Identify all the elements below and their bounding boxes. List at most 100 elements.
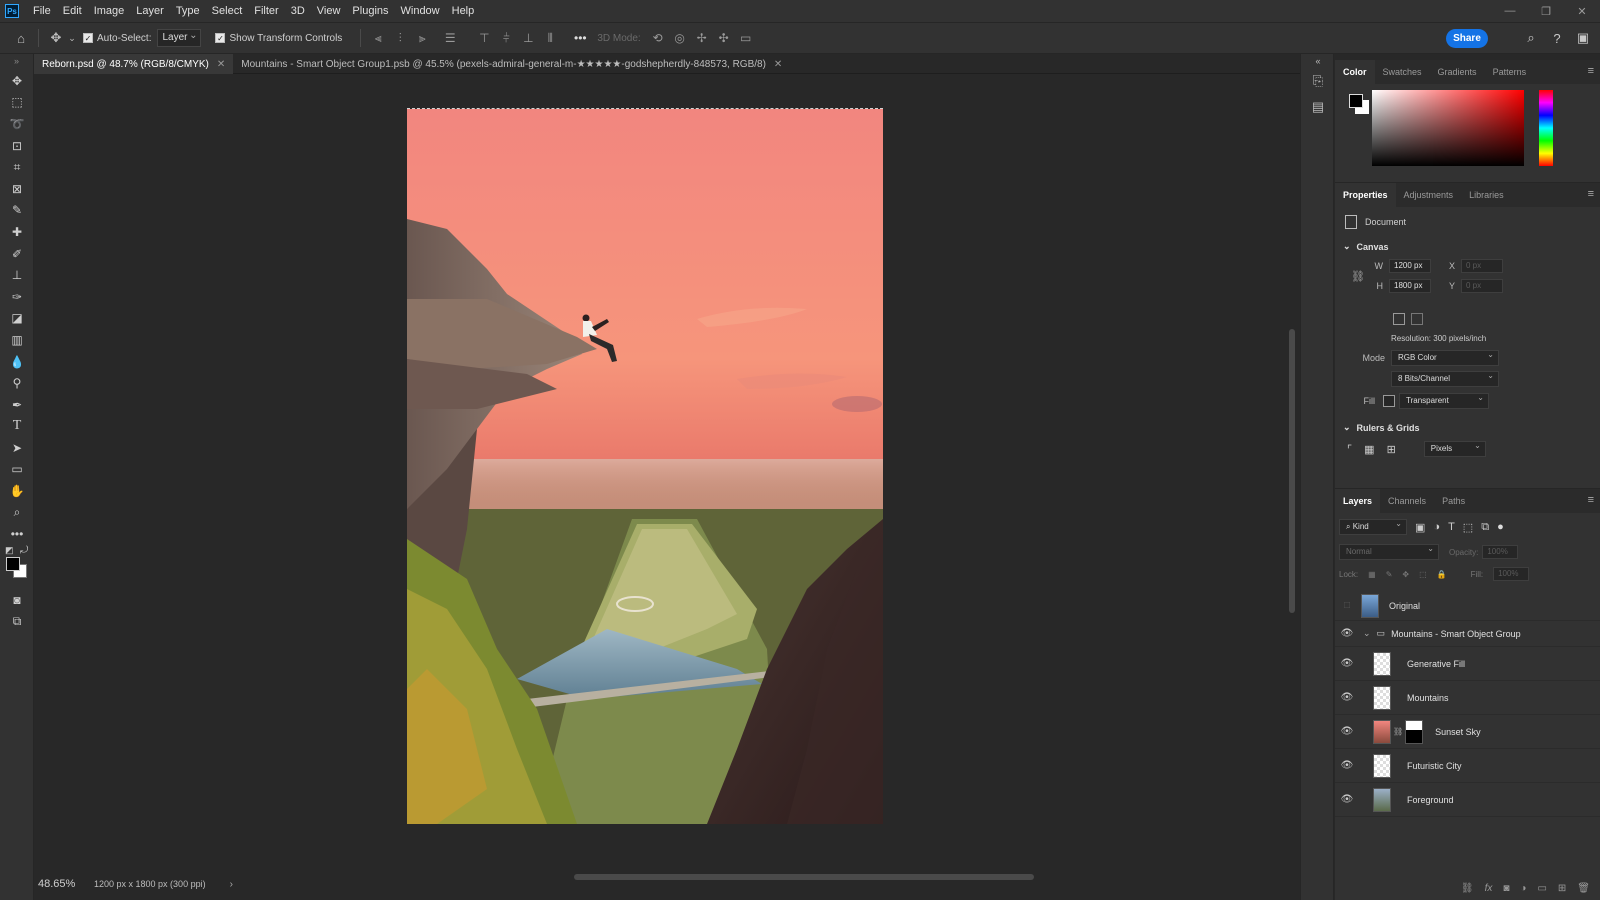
filter-type-icon[interactable]: T <box>1448 521 1455 533</box>
menu-type[interactable]: Type <box>170 5 206 17</box>
eraser-tool-icon[interactable]: ◪ <box>0 308 34 330</box>
path-selection-tool-icon[interactable]: ➤ <box>0 437 34 459</box>
expand-panels-icon[interactable]: « <box>1301 54 1335 68</box>
horizontal-scroll-thumb[interactable] <box>574 874 1034 880</box>
align-right-icon[interactable]: ⫸ <box>411 27 433 49</box>
y-input[interactable]: 0 px <box>1461 279 1503 293</box>
lock-transparency-icon[interactable]: ▦ <box>1368 570 1376 579</box>
layer-row-generative-fill[interactable]: 👁 Generative Fill <box>1335 647 1600 681</box>
restore-icon[interactable]: ❐ <box>1528 0 1564 22</box>
distribute-vertical-icon[interactable]: ☰ <box>439 27 461 49</box>
color-mode-dropdown[interactable]: RGB Color <box>1391 349 1499 366</box>
panel-menu-icon[interactable]: ≡ <box>1588 65 1594 77</box>
rectangle-tool-icon[interactable]: ▭ <box>0 459 34 481</box>
close-icon[interactable]: ✕ <box>217 59 225 70</box>
home-icon[interactable]: ⌂ <box>10 27 32 49</box>
color-picker-field[interactable] <box>1372 90 1524 166</box>
eye-icon[interactable]: 👁 <box>1335 658 1359 669</box>
new-layer-icon[interactable]: ⊞ <box>1558 883 1566 894</box>
eye-icon[interactable]: 👁 <box>1335 628 1359 639</box>
filter-kind-dropdown[interactable]: ⌕ Kind <box>1339 519 1407 535</box>
more-tools-icon[interactable]: ••• <box>0 523 34 545</box>
link-icon[interactable]: ⛓ <box>1351 270 1365 283</box>
layer-row-sunset-sky[interactable]: 👁 ⛓ Sunset Sky <box>1335 715 1600 749</box>
width-input[interactable]: 1200 px <box>1389 259 1431 273</box>
dodge-tool-icon[interactable]: ⚲ <box>0 372 34 394</box>
type-tool-icon[interactable]: T <box>0 416 34 438</box>
panel-menu-icon[interactable]: ≡ <box>1588 188 1594 200</box>
comments-panel-icon[interactable]: ▤ <box>1301 94 1335 120</box>
canvas-section-header[interactable]: ⌄ Canvas <box>1335 237 1600 256</box>
add-mask-icon[interactable]: ◙ <box>1503 883 1509 894</box>
crop-tool-icon[interactable]: ⌗ <box>0 156 34 178</box>
lock-position-icon[interactable]: ✥ <box>1402 570 1409 579</box>
foreground-color-swatch[interactable] <box>6 557 20 572</box>
scale-3d-icon[interactable]: ▭ <box>735 27 757 49</box>
grid-icon[interactable]: ▦ <box>1364 443 1374 456</box>
align-left-icon[interactable]: ⫷ <box>367 27 389 49</box>
more-options-icon[interactable]: ••• <box>569 27 591 49</box>
layer-row-original[interactable]: □ Original <box>1335 591 1600 621</box>
horizontal-scrollbar[interactable] <box>194 873 1274 881</box>
swap-colors-icon[interactable]: ⤾ <box>20 545 28 556</box>
layer-mask-thumbnail[interactable] <box>1405 719 1424 744</box>
hand-tool-icon[interactable]: ✋ <box>0 480 34 502</box>
auto-select-checkbox[interactable]: ✓ Auto-Select: <box>83 33 151 44</box>
panel-collapse-icon[interactable]: » <box>0 54 33 70</box>
object-selection-tool-icon[interactable]: ⊡ <box>0 135 34 157</box>
tab-swatches[interactable]: Swatches <box>1375 60 1430 84</box>
layer-row-group[interactable]: 👁 ⌄ ▭ Mountains - Smart Object Group <box>1335 621 1600 647</box>
height-input[interactable]: 1800 px <box>1389 279 1431 293</box>
clone-stamp-tool-icon[interactable]: ⊥ <box>0 264 34 286</box>
history-panel-icon[interactable]: ⎘ <box>1301 68 1335 94</box>
tab-color[interactable]: Color <box>1335 60 1375 84</box>
layer-row-mountains[interactable]: 👁 Mountains <box>1335 681 1600 715</box>
chevron-down-icon[interactable]: ⌄ <box>1363 628 1371 639</box>
tab-layers[interactable]: Layers <box>1335 489 1381 513</box>
portrait-orientation-icon[interactable] <box>1393 313 1405 325</box>
gradient-tool-icon[interactable]: ▥ <box>0 329 34 351</box>
lock-artboard-icon[interactable]: ⬚ <box>1419 570 1427 579</box>
menu-image[interactable]: Image <box>88 5 131 17</box>
show-transform-controls-checkbox[interactable]: ✓ Show Transform Controls <box>215 33 342 44</box>
pen-tool-icon[interactable]: ✒ <box>0 394 34 416</box>
screen-mode-icon[interactable]: ⧉ <box>0 611 34 633</box>
ruler-units-dropdown[interactable]: Pixels <box>1423 441 1486 457</box>
filter-adjustment-icon[interactable]: ◑ <box>1433 521 1440 533</box>
filter-pixel-icon[interactable]: ▣ <box>1415 521 1425 534</box>
tab-gradients[interactable]: Gradients <box>1430 60 1485 84</box>
eye-icon[interactable]: 👁 <box>1335 794 1359 805</box>
document-info[interactable]: 1200 px x 1800 px (300 ppi) <box>94 879 206 889</box>
chevron-down-icon[interactable]: ⌄ <box>67 27 77 49</box>
hue-slider[interactable] <box>1539 90 1553 166</box>
auto-select-target-dropdown[interactable]: Layer <box>157 29 202 47</box>
orbit-3d-icon[interactable]: ⟲ <box>647 27 669 49</box>
menu-plugins[interactable]: Plugins <box>346 5 394 17</box>
zoom-level[interactable]: 48.65% <box>34 878 90 890</box>
tab-adjustments[interactable]: Adjustments <box>1396 183 1462 207</box>
opacity-input[interactable]: 100% <box>1482 545 1519 559</box>
new-adjustment-layer-icon[interactable]: ◑ <box>1520 883 1526 894</box>
fill-color-swatch[interactable] <box>1383 394 1395 407</box>
workspace-icon[interactable]: ▣ <box>1574 28 1592 48</box>
menu-select[interactable]: Select <box>206 5 249 17</box>
distribute-horizontal-icon[interactable]: ⫴ <box>539 27 561 49</box>
visibility-toggle-off[interactable]: □ <box>1335 600 1359 611</box>
tab-mountains-smart-object[interactable]: Mountains - Smart Object Group1.psb @ 45… <box>233 54 790 74</box>
tab-patterns[interactable]: Patterns <box>1485 60 1535 84</box>
panel-menu-icon[interactable]: ≡ <box>1588 494 1594 506</box>
help-icon[interactable]: ? <box>1548 28 1566 48</box>
menu-view[interactable]: View <box>311 5 347 17</box>
bit-depth-dropdown[interactable]: 8 Bits/Channel <box>1391 370 1499 387</box>
eyedropper-tool-icon[interactable]: ✎ <box>0 200 34 222</box>
vertical-scrollbar[interactable] <box>1288 74 1296 868</box>
minimize-icon[interactable]: — <box>1492 0 1528 22</box>
move-tool-icon[interactable]: ✥ <box>0 70 34 92</box>
layer-row-futuristic-city[interactable]: 👁 Futuristic City <box>1335 749 1600 783</box>
canvas-area[interactable] <box>34 74 1300 868</box>
share-button[interactable]: Share <box>1446 29 1488 48</box>
lock-all-icon[interactable]: 🔒 <box>1437 570 1447 579</box>
zoom-tool-icon[interactable]: ⌕ <box>0 502 34 524</box>
quick-mask-icon[interactable]: ◙ <box>0 589 34 611</box>
marquee-tool-icon[interactable]: ⬚ <box>0 92 34 114</box>
